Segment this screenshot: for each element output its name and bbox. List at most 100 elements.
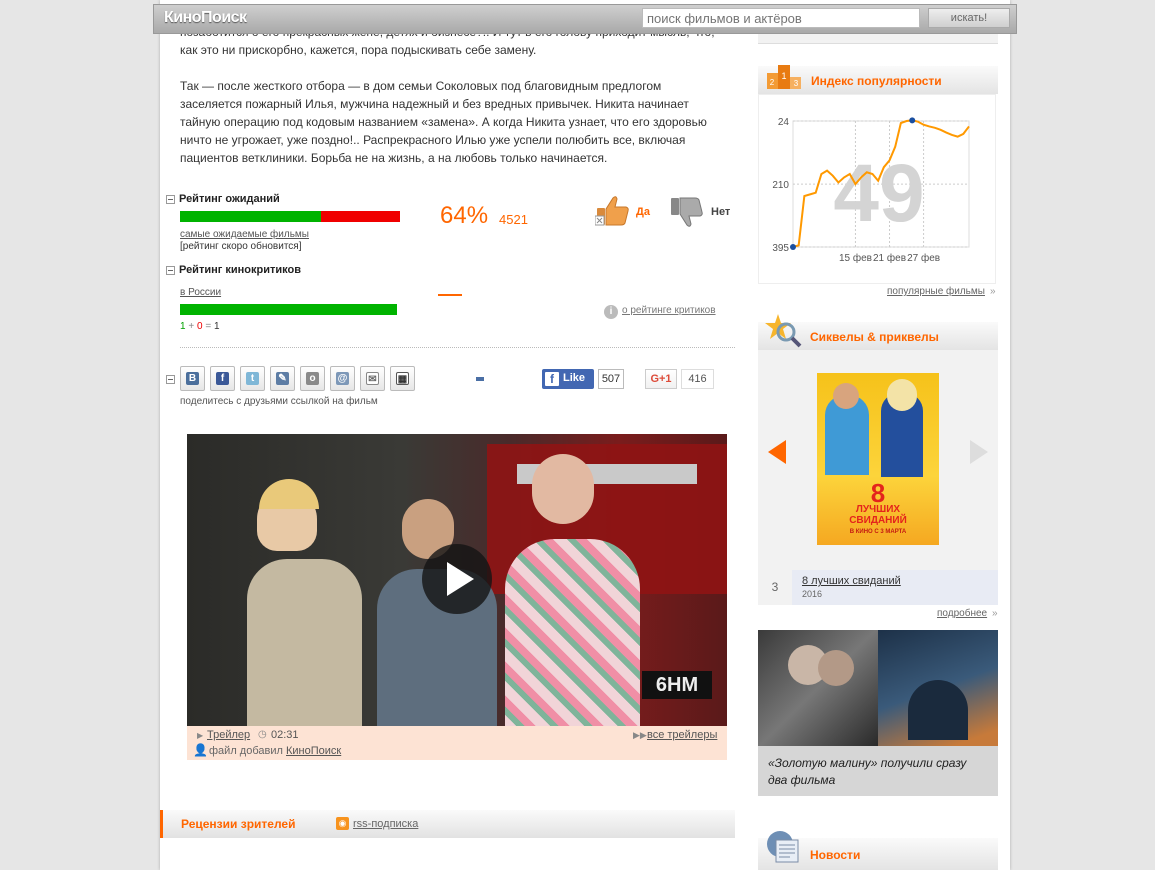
twitter-icon: t xyxy=(246,372,259,385)
vk-icon: В xyxy=(186,372,199,385)
poster-release-date: В КИНО С 3 МАРТА xyxy=(849,529,907,535)
about-critics-rating-link[interactable]: о рейтинге критиков xyxy=(622,305,716,316)
description-line: Так — после жесткого отбора — в дом семь… xyxy=(180,79,662,93)
search-button[interactable]: искать! xyxy=(928,8,1010,28)
user-icon: 👤 xyxy=(193,743,208,757)
facebook-like-label: Like xyxy=(563,372,586,384)
all-trailers-link[interactable]: все трейлеры xyxy=(647,729,717,741)
critics-title: Рейтинг кинокритиков xyxy=(179,264,301,276)
sequels-header: Сиквелы & приквелы xyxy=(758,314,998,350)
trailer-video-player[interactable]: 6HM xyxy=(187,434,727,726)
poster-title-number: 8 xyxy=(870,478,886,508)
divider xyxy=(180,347,735,348)
expectations-percent: 64% xyxy=(440,202,489,229)
popularity-header: 1 2 3 Индекс популярности xyxy=(758,65,998,94)
chart-y-tick-label: 24 xyxy=(778,117,790,128)
poster-title-line1: ЛУЧШИХ xyxy=(855,504,901,515)
star-magnifier-icon xyxy=(765,314,802,348)
popularity-chart: 24 210 395 15 фев 21 фев 27 фев 49 xyxy=(758,94,996,284)
yes-label[interactable]: Да xyxy=(636,206,650,218)
share-twitter-button[interactable]: t xyxy=(240,366,265,391)
trailers-icon: ▶▶ xyxy=(633,730,647,740)
thumbs-up-icon xyxy=(594,196,629,226)
sequels-carousel: 8 ЛУЧШИХ СВИДАНИЙ В КИНО С 3 МАРТА xyxy=(758,350,998,570)
added-by-prefix: файл добавил xyxy=(209,745,283,757)
chart-y-tick-label: 210 xyxy=(772,180,789,191)
sequel-film-link[interactable]: 8 лучших свиданий xyxy=(802,575,901,587)
vk-like-widget[interactable] xyxy=(476,377,484,381)
facebook-icon: f xyxy=(545,372,559,386)
sequel-list-item[interactable]: 3 8 лучших свиданий 2016 xyxy=(758,570,998,605)
film-poster[interactable]: 8 ЛУЧШИХ СВИДАНИЙ В КИНО С 3 МАРТА xyxy=(817,373,939,545)
chart-x-tick-label: 15 фев xyxy=(839,252,872,264)
trailer-duration: 02:31 xyxy=(271,729,299,741)
chart-point-start xyxy=(790,244,796,250)
sequels-more-link[interactable]: подробнее xyxy=(937,608,987,619)
chart-x-tick-label: 21 фев xyxy=(873,252,906,264)
share-odnoklassniki-button[interactable]: о xyxy=(300,366,325,391)
critics-region-link[interactable]: в России xyxy=(180,287,221,298)
sequel-index: 3 xyxy=(758,570,792,605)
description-line: как это ни прискорбно, кажется, пора под… xyxy=(180,43,537,57)
news-header: Новости xyxy=(758,831,998,870)
thumbs-up-button[interactable] xyxy=(594,194,631,228)
collapse-toggle[interactable] xyxy=(166,266,175,275)
collapse-toggle[interactable] xyxy=(166,375,175,384)
site-logo[interactable]: КиноПоиск xyxy=(164,9,247,27)
popularity-title: Индекс популярности xyxy=(811,74,942,88)
share-moimir-button[interactable]: @ xyxy=(330,366,355,391)
collapse-toggle[interactable] xyxy=(166,195,175,204)
promo-caption-box: «Золотую малину» получили сразу два филь… xyxy=(758,746,998,796)
share-email-button[interactable]: ✉ xyxy=(360,366,385,391)
facebook-icon: f xyxy=(216,372,229,385)
sequel-film-year: 2016 xyxy=(802,589,823,599)
actor2-floral-shirt xyxy=(505,539,640,726)
livejournal-icon: ✎ xyxy=(276,372,289,385)
news-title: Новости xyxy=(810,848,861,862)
odnoklassniki-icon: о xyxy=(306,372,319,385)
actor2-head xyxy=(532,454,594,524)
popularity-chart-svg: 24 210 395 15 фев 21 фев 27 фев 49 xyxy=(772,117,970,264)
podium-icon: 1 2 3 xyxy=(767,65,801,89)
reviews-title: Рецензии зрителей xyxy=(181,817,296,831)
critics-score-dash xyxy=(438,294,462,296)
license-plate: 6HM xyxy=(642,671,712,699)
share-livejournal-button[interactable]: ✎ xyxy=(270,366,295,391)
no-label[interactable]: Нет xyxy=(711,206,730,218)
most-awaited-link[interactable]: самые ожидаемые фильмы xyxy=(180,229,309,240)
critics-total: 1 xyxy=(213,321,220,332)
critics-positive: 1 xyxy=(180,321,186,332)
share-facebook-button[interactable]: f xyxy=(210,366,235,391)
critics-bar xyxy=(180,304,397,315)
share-qr-button[interactable]: ▦ xyxy=(390,366,415,391)
thumbs-down-button[interactable] xyxy=(669,195,705,229)
poster-man-head xyxy=(833,383,859,409)
moimir-icon: @ xyxy=(336,372,349,385)
trailer-link[interactable]: Трейлер xyxy=(207,729,250,741)
share-caption: поделитесь с друзьями ссылкой на фильм xyxy=(180,396,378,407)
reviews-header: Рецензии зрителей ◉ rss-подписка xyxy=(160,810,735,838)
google-plus-count: 416 xyxy=(681,369,714,389)
popular-films-link[interactable]: популярные фильмы xyxy=(887,286,985,297)
google-plus-button[interactable]: G+1 xyxy=(645,369,677,389)
arrow-right-icon: ▶ xyxy=(197,731,204,740)
carousel-prev-arrow[interactable] xyxy=(768,440,786,464)
critics-negative: 0 xyxy=(196,321,203,332)
news-promo-tile[interactable]: «Золотую малину» получили сразу два филь… xyxy=(758,630,998,796)
search-input[interactable] xyxy=(642,8,920,28)
site-header: КиноПоиск искать! xyxy=(153,4,1017,34)
trailer-info-bar: ▶ Трейлер ◷ 02:31 ▶▶ все трейлеры 👤 файл… xyxy=(187,726,727,760)
clock-icon: ◷ xyxy=(258,729,267,740)
description-line: тайную операцию под кодовым названием «з… xyxy=(180,115,707,129)
carousel-next-arrow[interactable] xyxy=(970,440,988,464)
play-button[interactable] xyxy=(422,544,492,614)
share-vk-button[interactable]: В xyxy=(180,366,205,391)
facebook-like-button[interactable]: f Like xyxy=(542,369,594,389)
actress-uniform xyxy=(247,559,362,726)
rss-subscription-link[interactable]: rss-подписка xyxy=(353,818,418,830)
rating-update-note: [рейтинг скоро обновится] xyxy=(180,241,302,252)
actress-hair xyxy=(259,479,319,509)
film-description-paragraph: Так — после жесткого отбора — в дом семь… xyxy=(180,77,750,167)
description-line: ничто не угрожает, уже поздно!.. Распрек… xyxy=(180,133,686,147)
added-by-link[interactable]: КиноПоиск xyxy=(286,745,341,757)
